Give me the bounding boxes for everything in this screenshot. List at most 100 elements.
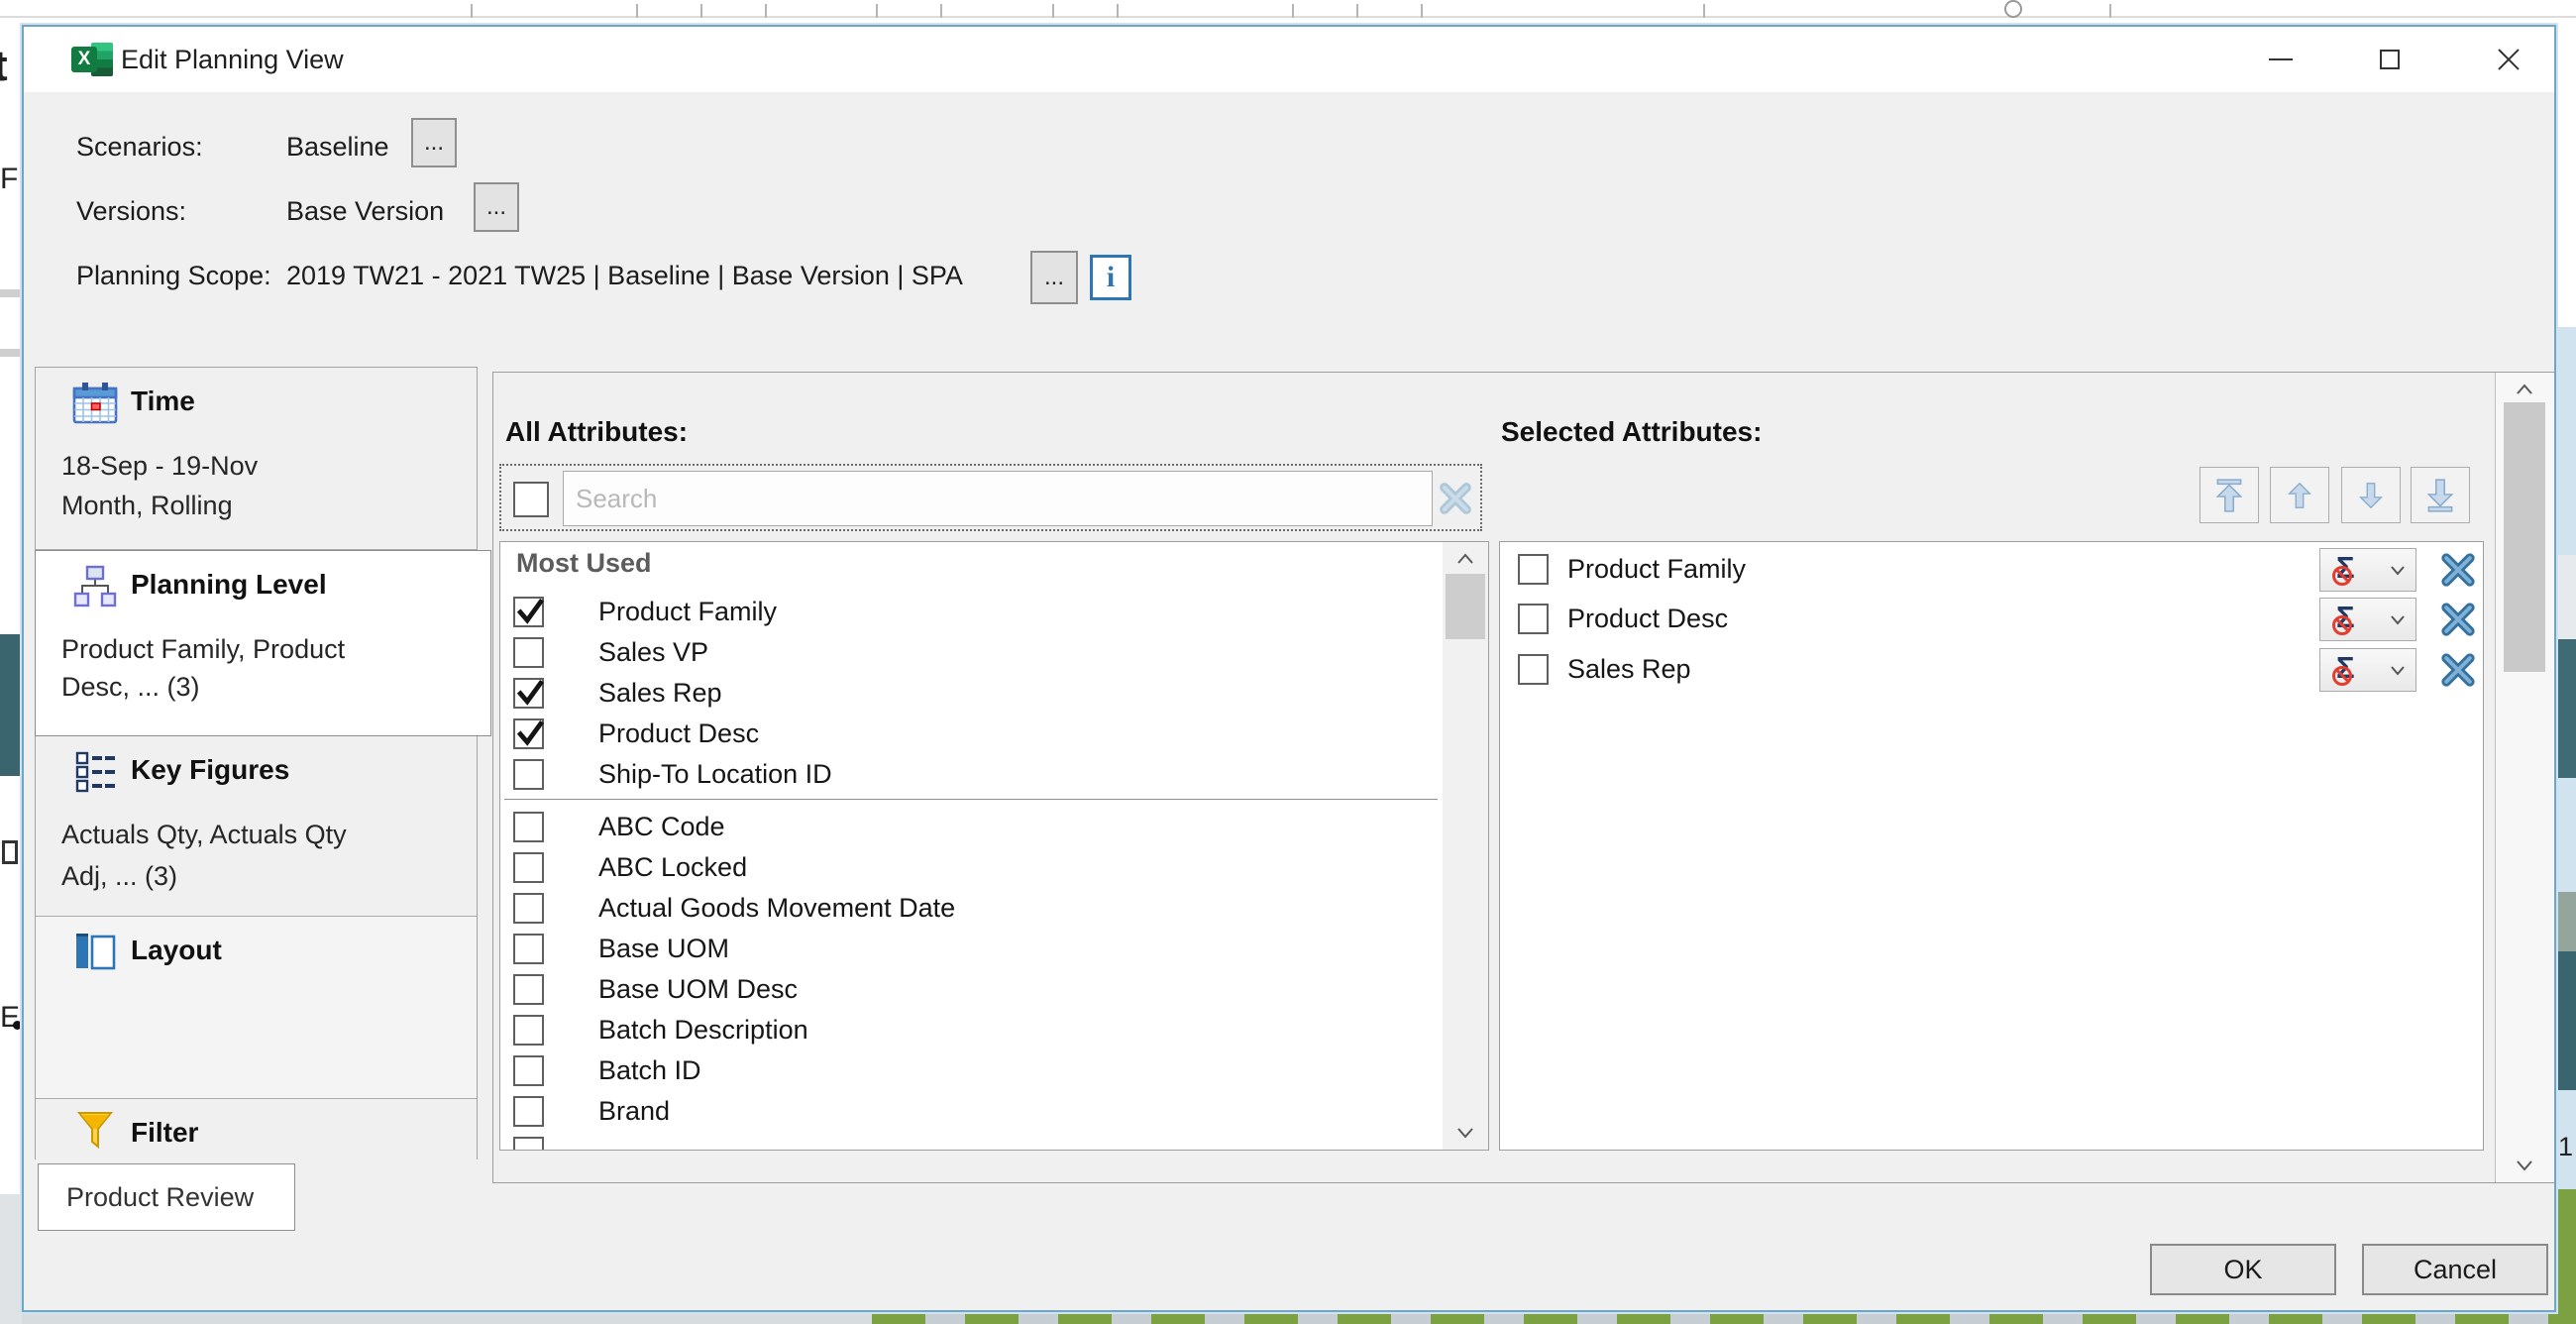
sidebar-item-label: Planning Level — [131, 569, 327, 601]
key-figures-summary-line: Actuals Qty, Actuals Qty — [61, 820, 347, 850]
list-item[interactable]: Product Family — [500, 592, 1432, 632]
checkbox[interactable] — [513, 1096, 544, 1127]
scenarios-label: Scenarios: — [76, 132, 203, 163]
checkbox[interactable] — [513, 974, 544, 1005]
ribbon-tick — [1292, 4, 1294, 18]
remove-attribute-button[interactable] — [2439, 551, 2477, 589]
background-band — [2556, 778, 2576, 892]
sidebar-item-planning-level[interactable]: Planning Level Product Family, Product D… — [35, 550, 491, 736]
background-fragment: t — [0, 42, 8, 91]
planning-level-summary-line: Desc, ... (3) — [61, 672, 200, 703]
list-item[interactable]: Batch Description — [500, 1010, 1432, 1050]
select-all-checkbox[interactable] — [513, 482, 549, 517]
layout-icon — [71, 931, 119, 974]
scroll-up-icon[interactable] — [2516, 383, 2533, 396]
background-glyph — [2, 840, 18, 864]
close-button[interactable] — [2464, 27, 2553, 92]
checkbox[interactable] — [513, 812, 544, 842]
move-up-button[interactable] — [2270, 467, 2329, 523]
checkbox[interactable] — [513, 852, 544, 883]
list-item[interactable]: Batch ID — [500, 1050, 1432, 1091]
list-item[interactable]: ABC Code — [500, 807, 1432, 847]
sidebar-item-key-figures[interactable]: Key Figures Actuals Qty, Actuals Qty Adj… — [36, 736, 477, 917]
search-input[interactable] — [563, 471, 1433, 526]
tab-product-review[interactable]: Product Review — [38, 1163, 295, 1231]
checkbox[interactable] — [513, 718, 544, 749]
list-item[interactable]: Brand — [500, 1091, 1432, 1132]
scroll-down-icon[interactable] — [2516, 1158, 2533, 1172]
background-band — [2556, 327, 2576, 555]
ok-button[interactable]: OK — [2150, 1244, 2336, 1295]
background-band — [0, 289, 22, 297]
list-item[interactable]: Sales Rep — [500, 673, 1432, 714]
planning-scope-info-icon[interactable]: i — [1090, 255, 1131, 300]
list-item[interactable]: Actual Goods Movement Date — [500, 888, 1432, 929]
attribute-label: ABC Code — [598, 812, 725, 842]
scrollbar-thumb[interactable] — [1446, 574, 1485, 639]
filter-icon — [71, 1109, 119, 1153]
checkbox[interactable] — [513, 893, 544, 924]
background-band — [0, 1194, 22, 1324]
move-to-top-button[interactable] — [2200, 467, 2259, 523]
minimize-button[interactable] — [2236, 27, 2325, 92]
key-figures-icon — [71, 750, 119, 794]
no-aggregation-icon — [2332, 615, 2352, 635]
aggregation-mode-button[interactable]: Σ — [2319, 648, 2416, 692]
selected-attributes-list: Product Family Σ Product Desc Σ — [1499, 541, 2484, 1151]
background-band — [0, 349, 22, 357]
list-item-partial[interactable] — [500, 1132, 1432, 1151]
ribbon-tick — [1356, 4, 1358, 18]
clear-search-icon[interactable] — [1437, 480, 1474, 517]
list-item[interactable]: Product Desc — [500, 714, 1432, 754]
planning-scope-browse-button[interactable]: ... — [1030, 251, 1078, 304]
list-item[interactable]: Base UOM Desc — [500, 969, 1432, 1010]
selected-item[interactable]: Product Family Σ — [1500, 547, 2483, 593]
aggregation-mode-button[interactable]: Σ — [2319, 548, 2416, 592]
list-item[interactable]: Ship-To Location ID — [500, 754, 1432, 795]
checkbox[interactable] — [1518, 554, 1549, 585]
checkbox[interactable] — [1518, 604, 1549, 634]
scroll-down-icon[interactable] — [1456, 1126, 1474, 1140]
versions-browse-button[interactable]: ... — [474, 182, 519, 232]
sidebar-item-layout[interactable]: Layout — [36, 917, 477, 1099]
remove-attribute-button[interactable] — [2439, 651, 2477, 689]
dialog-titlebar[interactable]: X Edit Planning View — [24, 27, 2554, 92]
checkbox[interactable] — [513, 597, 544, 627]
list-scrollbar[interactable] — [1443, 542, 1488, 1150]
scenarios-browse-button[interactable]: ... — [411, 118, 457, 167]
group-divider — [504, 799, 1438, 800]
panel-scrollbar[interactable] — [2495, 373, 2554, 1182]
list-item[interactable]: ABC Locked — [500, 847, 1432, 888]
maximize-button[interactable] — [2345, 27, 2434, 92]
checkbox[interactable] — [513, 1137, 544, 1151]
sidebar-item-filter[interactable]: Filter — [36, 1099, 477, 1159]
ribbon-edge-line — [0, 16, 2576, 18]
move-down-button[interactable] — [2341, 467, 2401, 523]
checkbox[interactable] — [513, 637, 544, 668]
selected-item[interactable]: Product Desc Σ — [1500, 597, 2483, 642]
background-band — [2556, 1189, 2576, 1324]
checkbox[interactable] — [513, 1015, 544, 1046]
attribute-label: Product Desc — [1567, 604, 1728, 634]
list-item[interactable]: Base UOM — [500, 929, 1432, 969]
selected-item[interactable]: Sales Rep Σ — [1500, 647, 2483, 693]
background-glyph — [13, 1021, 22, 1030]
list-item[interactable]: Sales VP — [500, 632, 1432, 673]
cancel-button[interactable]: Cancel — [2362, 1244, 2548, 1295]
sidebar-item-time[interactable]: Time 18-Sep - 19-Nov Month, Rolling — [36, 368, 477, 550]
checkbox[interactable] — [513, 934, 544, 964]
attribute-label: Product Family — [598, 597, 777, 627]
scroll-up-icon[interactable] — [1456, 552, 1474, 566]
checkbox[interactable] — [1518, 654, 1549, 685]
checkbox[interactable] — [513, 678, 544, 709]
background-band — [2556, 555, 2576, 639]
checkbox[interactable] — [513, 1055, 544, 1086]
checkbox[interactable] — [513, 759, 544, 790]
move-to-bottom-button[interactable] — [2411, 467, 2470, 523]
selected-attributes-label: Selected Attributes: — [1501, 416, 1762, 448]
aggregation-mode-button[interactable]: Σ — [2319, 598, 2416, 641]
scrollbar-thumb[interactable] — [2504, 402, 2545, 672]
view-settings-sidebar: Time 18-Sep - 19-Nov Month, Rolling Plan… — [35, 367, 478, 1159]
remove-attribute-button[interactable] — [2439, 601, 2477, 638]
planning-scope-label: Planning Scope: — [76, 261, 271, 291]
